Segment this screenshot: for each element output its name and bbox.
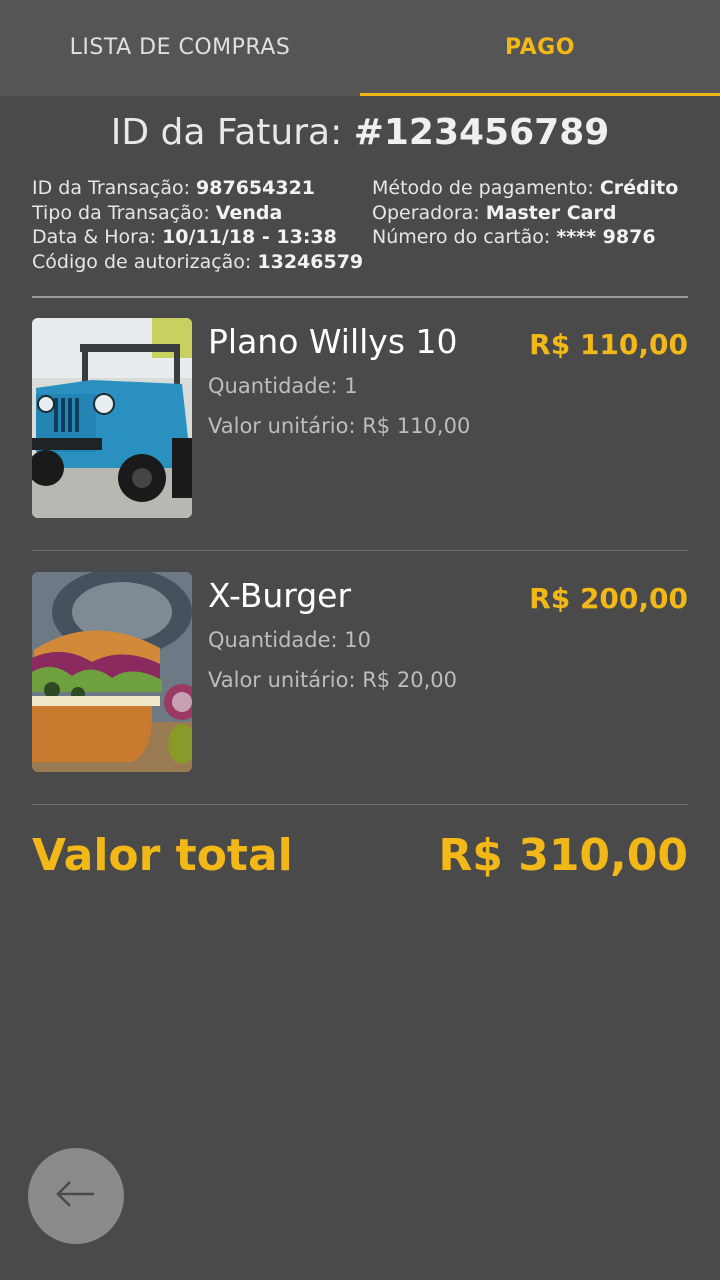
total-value: R$ 310,00 xyxy=(438,830,688,881)
auth-code-row: Código de autorização: 13246579 xyxy=(32,250,363,275)
transaction-id-label: ID da Transação: xyxy=(32,177,190,199)
transaction-details-right: Método de pagamento: Crédito Operadora: … xyxy=(372,176,678,250)
item-image-burger xyxy=(32,572,192,772)
transaction-id-value: 987654321 xyxy=(196,177,316,199)
list-item[interactable]: Plano Willys 10 R$ 110,00 Quantidade: 1 … xyxy=(32,318,688,518)
payment-method-value: Crédito xyxy=(599,177,679,199)
item-unit-price: Valor unitário: R$ 20,00 xyxy=(208,668,457,692)
header-divider xyxy=(32,296,688,298)
card-number-row: Número do cartão: **** 9876 xyxy=(372,225,678,250)
item-divider xyxy=(32,550,688,551)
card-number-label: Número do cartão: xyxy=(372,226,551,248)
transaction-details-left: ID da Transação: 987654321 Tipo da Trans… xyxy=(32,176,363,274)
item-quantity: Quantidade: 10 xyxy=(208,628,372,652)
datetime-label: Data & Hora: xyxy=(32,226,157,248)
item-unit-price: Valor unitário: R$ 110,00 xyxy=(208,414,471,438)
item-name: X-Burger xyxy=(208,576,352,615)
card-number-value: **** 9876 xyxy=(556,226,656,248)
operator-value: Master Card xyxy=(485,201,617,224)
total-label: Valor total xyxy=(32,830,293,881)
auth-code-value: 13246579 xyxy=(257,250,364,273)
item-price: R$ 200,00 xyxy=(529,582,688,615)
list-item[interactable]: X-Burger R$ 200,00 Quantidade: 10 Valor … xyxy=(32,572,688,772)
item-divider xyxy=(32,804,688,805)
tab-paid-label: PAGO xyxy=(505,34,575,60)
item-name: Plano Willys 10 xyxy=(208,322,458,361)
auth-code-label: Código de autorização: xyxy=(32,250,252,273)
transaction-id-row: ID da Transação: 987654321 xyxy=(32,176,363,201)
item-image-jeep xyxy=(32,318,192,518)
item-quantity: Quantidade: 1 xyxy=(208,374,358,398)
transaction-type-row: Tipo da Transação: Venda xyxy=(32,201,363,226)
transaction-type-value: Venda xyxy=(215,201,283,224)
payment-method-label: Método de pagamento: xyxy=(372,177,594,199)
operator-row: Operadora: Master Card xyxy=(372,201,678,226)
tab-bar: LISTA DE COMPRAS PAGO xyxy=(0,0,720,96)
operator-label: Operadora: xyxy=(372,201,480,224)
invoice-id: #123456789 xyxy=(353,112,610,153)
transaction-type-label: Tipo da Transação: xyxy=(32,201,210,224)
invoice-label: ID da Fatura: xyxy=(110,112,343,153)
tab-shopping-list-label: LISTA DE COMPRAS xyxy=(69,34,291,60)
back-button[interactable] xyxy=(28,1148,124,1244)
arrow-left-icon xyxy=(56,1179,96,1213)
datetime-value: 10/11/18 - 13:38 xyxy=(162,226,337,248)
invoice-title: ID da Fatura: #123456789 xyxy=(0,112,720,153)
tab-paid[interactable]: PAGO xyxy=(360,0,720,96)
payment-method-row: Método de pagamento: Crédito xyxy=(372,176,678,201)
datetime-row: Data & Hora: 10/11/18 - 13:38 xyxy=(32,225,363,250)
tab-shopping-list[interactable]: LISTA DE COMPRAS xyxy=(0,0,360,96)
item-price: R$ 110,00 xyxy=(529,328,688,361)
